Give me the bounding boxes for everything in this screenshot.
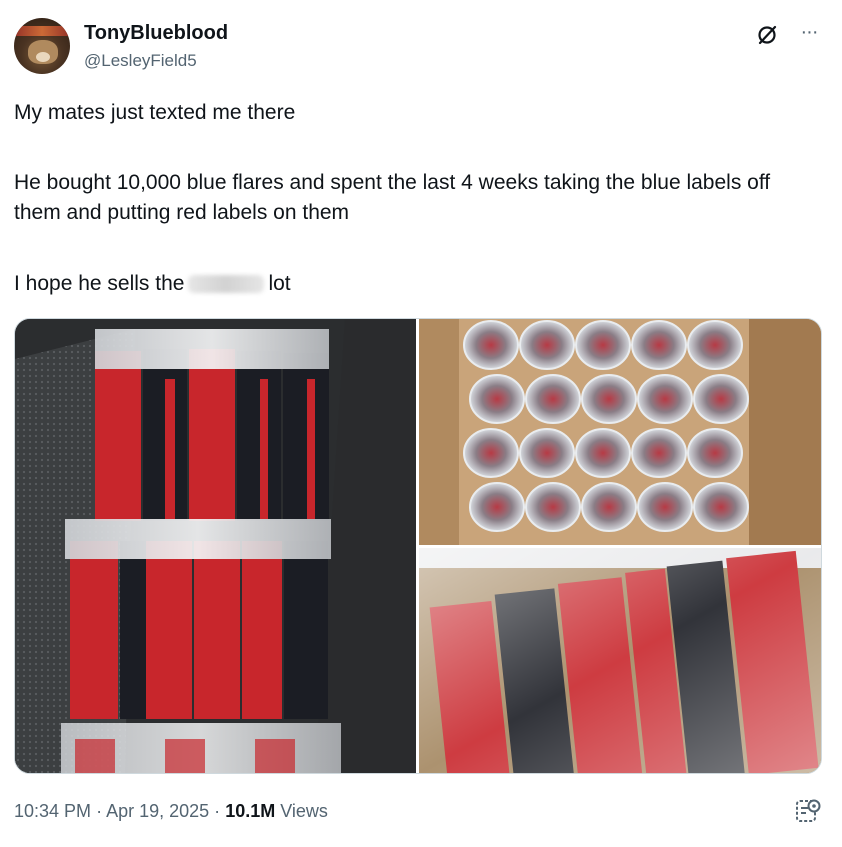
flare-end — [463, 320, 519, 370]
author-handle[interactable]: @LesleyField5 — [84, 50, 197, 72]
separator-dot: · — [96, 801, 103, 821]
flare-end — [469, 374, 525, 424]
flare-end — [687, 320, 743, 370]
tweet: TonyBlueblood @LesleyField5 ··· My mates… — [0, 0, 842, 847]
flare-end — [581, 374, 637, 424]
flare-end — [519, 428, 575, 478]
grok-icon[interactable] — [756, 24, 778, 46]
flare-end — [693, 482, 749, 532]
author-name[interactable]: TonyBlueblood — [84, 20, 228, 46]
flare-end — [693, 374, 749, 424]
post-text-line-1: My mates just texted me there — [14, 101, 296, 124]
separator-dot: · — [214, 801, 221, 821]
more-icon[interactable]: ··· — [796, 20, 822, 44]
photo-box-of-flares-top[interactable] — [419, 319, 821, 545]
flare-end — [525, 374, 581, 424]
analytics-icon[interactable] — [794, 797, 822, 825]
flare-end — [687, 428, 743, 478]
post-date[interactable]: Apr 19, 2025 — [106, 801, 209, 821]
flare-end — [631, 320, 687, 370]
post-text-line-2: He bought 10,000 blue flares and spent t… — [14, 171, 771, 224]
views-count: 10.1M — [225, 801, 276, 821]
views-label: Views — [280, 801, 328, 821]
post-text-line-3-start: I hope he sells the — [14, 272, 185, 295]
flare-end — [463, 428, 519, 478]
flare-end — [637, 374, 693, 424]
flare-end — [637, 482, 693, 532]
blurred-word — [188, 275, 265, 294]
post-text-line-3-end: lot — [268, 272, 291, 295]
post-time[interactable]: 10:34 PM — [14, 801, 91, 821]
flare-end — [631, 428, 687, 478]
flare-end — [525, 482, 581, 532]
avatar[interactable] — [14, 18, 70, 74]
photo-box-of-flares-bottom[interactable] — [419, 548, 821, 773]
flare-end — [575, 320, 631, 370]
avatar-dog-snout — [36, 52, 50, 62]
photo-flares-on-seat[interactable] — [15, 319, 416, 773]
photo-box-of-flares-bottom-image — [419, 548, 821, 773]
avatar-banner — [14, 26, 70, 36]
flare-end — [469, 482, 525, 532]
flare-end — [581, 482, 637, 532]
post-footer: 10:34 PM · Apr 19, 2025 · 10.1M Views — [14, 799, 328, 823]
photo-flares-on-seat-image — [15, 319, 416, 773]
media-grid — [14, 318, 822, 774]
flare-end — [575, 428, 631, 478]
flare-end — [519, 320, 575, 370]
photo-box-of-flares-top-image — [419, 319, 821, 545]
post-text-line-3: I hope he sells the lot — [14, 269, 291, 299]
